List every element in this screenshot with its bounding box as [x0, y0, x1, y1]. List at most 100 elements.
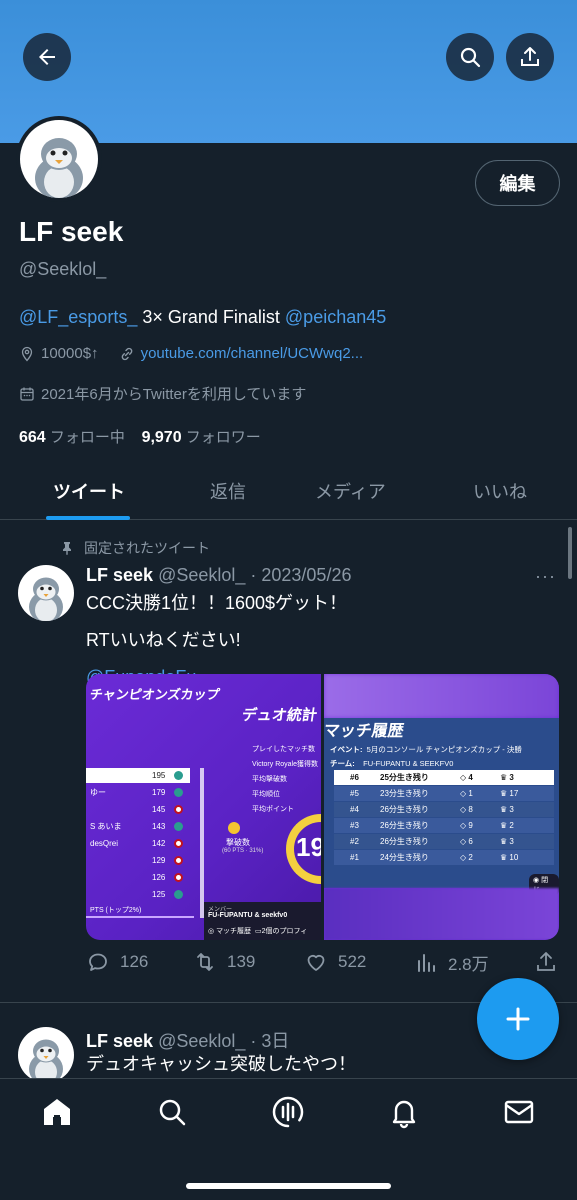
event-row: イベント: 5月のコンソール チャンピオンズカップ - 決勝 — [330, 744, 522, 755]
tab-likes[interactable]: いいね — [473, 478, 527, 504]
match-elims: 9 — [468, 821, 473, 830]
calendar-icon — [20, 387, 34, 401]
match-pts: 10 — [509, 853, 519, 862]
leader-name: desQrei — [90, 839, 119, 848]
followers-link[interactable]: 9,970 フォロワー — [142, 429, 261, 446]
profile-tabs: ツイート 返信 メディア いいね — [0, 462, 577, 520]
arrow-left-icon — [39, 49, 55, 65]
match-elims: 1 — [468, 789, 473, 798]
leader-val: 195 — [152, 771, 166, 780]
profile-avatar[interactable] — [16, 116, 102, 202]
link-icon — [121, 347, 132, 360]
reply-button[interactable]: 126 — [86, 950, 148, 974]
tweet-actions: 126 139 522 2.8万 — [86, 950, 561, 978]
view-count: 2.8万 — [448, 955, 489, 974]
tweet-media[interactable]: チャンピオンズカップ デュオ統計 プレイしたマッチ数 Victory Royal… — [86, 674, 559, 940]
match-rank: #2 — [350, 837, 359, 846]
elims-note: (60 PTS · 31%) — [222, 848, 264, 854]
tweet-line: デュオキャッシュ突破したやつ！ — [86, 1054, 356, 1074]
match-pts: 17 — [509, 789, 519, 798]
leader-flag — [174, 788, 183, 797]
match-remain: 24分生き残り — [380, 853, 429, 862]
search-button[interactable] — [446, 33, 494, 81]
elims-label: 撃破数 — [226, 838, 250, 847]
retweet-icon — [197, 953, 213, 971]
match-elims: 2 — [468, 853, 473, 862]
followers-label: フォロワー — [185, 429, 261, 446]
match-remain: 26分生き残り — [380, 805, 429, 814]
scrollbar[interactable] — [568, 527, 572, 579]
match-row: #2 26分生き残り ◇ 6 ♛ 3 — [334, 834, 554, 849]
bio-mention-peichan[interactable]: @peichan45 — [285, 307, 386, 327]
bio-mention-lf-esports[interactable]: @LF_esports_ — [19, 307, 137, 327]
match-rank: #1 — [350, 853, 359, 862]
like-count: 522 — [338, 952, 367, 971]
stat-label: 平均順位 — [252, 791, 280, 798]
match-elims: 8 — [468, 805, 473, 814]
tweet-author-name[interactable]: LF seek — [86, 565, 153, 585]
tweet-share-button[interactable] — [534, 950, 558, 974]
active-tab-indicator — [46, 516, 130, 520]
more-options-icon[interactable]: ··· — [535, 566, 556, 587]
profile-location: 10000$↑ — [41, 345, 99, 362]
leader-flag — [174, 856, 183, 865]
leader-name: S あいま — [90, 822, 122, 831]
tab-replies[interactable]: 返信 — [210, 478, 246, 504]
home-icon[interactable] — [40, 1095, 74, 1129]
following-label: フォロー中 — [49, 429, 125, 446]
leader-flag — [174, 873, 183, 882]
stat-label: 平均撃破数 — [252, 776, 287, 783]
tweet-avatar[interactable] — [18, 565, 74, 621]
tab-tweets[interactable]: ツイート — [53, 478, 125, 504]
tab-media[interactable]: メディア — [315, 478, 386, 504]
share-icon — [537, 952, 555, 971]
search-icon — [460, 47, 481, 68]
leaderboard-row: S あいま 143 — [86, 819, 190, 834]
profile-banner — [0, 0, 577, 143]
tweet-line: RTいいねください! — [86, 630, 241, 650]
bio-text: 3× Grand Finalist — [137, 307, 285, 327]
compose-tweet-button[interactable] — [477, 978, 559, 1060]
leader-val: 129 — [152, 856, 166, 865]
tweet-header: LF seek @Seeklol_ · 3日 — [86, 1027, 289, 1053]
pinned-tweet-label: 固定されたツイート — [60, 538, 210, 558]
views-button[interactable]: 2.8万 — [414, 950, 489, 975]
spaces-icon[interactable] — [271, 1095, 305, 1129]
event-value: 5月のコンソール チャンピオンズカップ - 決勝 — [366, 745, 522, 754]
match-row: #1 24分生き残り ◇ 2 ♛ 10 — [334, 850, 554, 865]
match-pts: 3 — [509, 805, 514, 814]
match-pts: 2 — [509, 821, 514, 830]
match-remain: 25分生き残り — [380, 773, 429, 782]
like-button[interactable]: 522 — [304, 950, 366, 974]
profile-joined-date: 2021年6月からTwitterを利用しています — [41, 386, 307, 403]
leader-flag — [174, 890, 183, 899]
profile-website-link[interactable]: youtube.com/channel/UCWwq2... — [141, 345, 364, 362]
media-left-stat-labels: プレイしたマッチ数 Victory Royale獲得数 平均撃破数 平均順位 平… — [252, 742, 318, 817]
bell-icon[interactable] — [387, 1095, 421, 1129]
tweet-author-name[interactable]: LF seek — [86, 1031, 153, 1051]
edit-profile-button[interactable]: 編集 — [475, 160, 560, 206]
match-remain: 23分生き残り — [380, 789, 429, 798]
team-label: チーム: — [330, 759, 355, 768]
penguin-avatar-image — [35, 138, 83, 198]
tweet-avatar[interactable] — [18, 1027, 74, 1083]
search-icon[interactable] — [155, 1095, 189, 1129]
following-count: 664 — [19, 429, 46, 446]
tweet-body: デュオキャッシュ突破したやつ！ — [86, 1051, 356, 1077]
mail-icon[interactable] — [502, 1095, 536, 1129]
match-rank: #3 — [350, 821, 359, 830]
follow-stats: 664 フォロー中 9,970 フォロワー — [19, 426, 261, 447]
match-remain: 26分生き残り — [380, 821, 429, 830]
media-image-match-history[interactable]: マッチ履歴 イベント: 5月のコンソール チャンピオンズカップ - 決勝 チーム… — [324, 674, 559, 940]
leaderboard-row: 145 — [86, 802, 190, 817]
profile-meta-row: 10000$↑ youtube.com/channel/UCWwq2... — [19, 345, 363, 362]
back-button[interactable] — [23, 33, 71, 81]
match-history-title: マッチ履歴 — [324, 723, 405, 740]
penguin-avatar-image — [29, 577, 63, 621]
retweet-button[interactable]: 139 — [193, 950, 255, 974]
share-button[interactable] — [506, 33, 554, 81]
stat-label: プレイしたマッチ数 — [252, 746, 315, 753]
media-image-duo-stats[interactable]: チャンピオンズカップ デュオ統計 プレイしたマッチ数 Victory Royal… — [86, 674, 321, 940]
plus-icon — [506, 1007, 530, 1031]
following-link[interactable]: 664 フォロー中 — [19, 429, 125, 446]
